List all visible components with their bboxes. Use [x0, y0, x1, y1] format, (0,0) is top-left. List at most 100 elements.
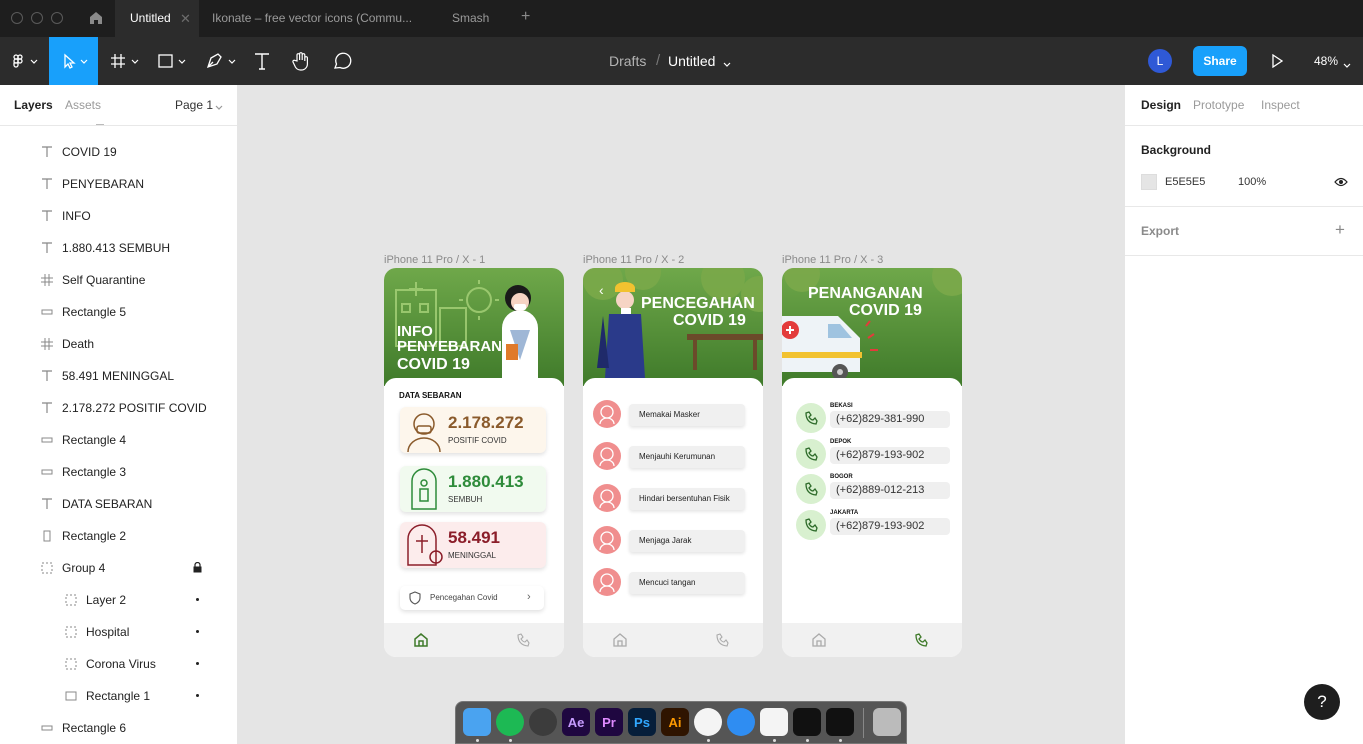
new-tab-icon[interactable]: +: [521, 8, 530, 26]
layer-row[interactable]: 1.880.413 SEMBUH: [0, 232, 237, 264]
visibility-dot-icon[interactable]: [196, 694, 199, 697]
zoom-level[interactable]: 48%: [1314, 54, 1338, 68]
frame-tool-icon[interactable]: [108, 37, 144, 85]
hand-tool-icon[interactable]: [289, 37, 313, 85]
visibility-dot-icon[interactable]: [196, 662, 199, 665]
layer-row[interactable]: 58.491 MENINGGAL: [0, 360, 237, 392]
tab-smash[interactable]: Smash: [452, 0, 502, 37]
breadcrumb-drafts[interactable]: Drafts: [609, 53, 646, 69]
file-name[interactable]: Untitled: [668, 53, 715, 69]
terminal-app-icon[interactable]: [793, 708, 821, 736]
tab-close-icon[interactable]: ✕: [180, 11, 191, 27]
spotify-app-icon[interactable]: [496, 708, 524, 736]
present-play-icon[interactable]: [1271, 53, 1284, 73]
tab-inspect[interactable]: Inspect: [1261, 98, 1300, 112]
home-icon[interactable]: [88, 10, 104, 29]
move-tool-button[interactable]: [49, 37, 98, 85]
frame-3-label[interactable]: iPhone 11 Pro / X - 3: [782, 254, 883, 266]
contact-item[interactable]: BEKASI (+62)829-381-990: [796, 403, 950, 435]
visibility-dot-icon[interactable]: [196, 598, 199, 601]
frame-3[interactable]: PENANGANAN COVID 19 BEKASI (+62)829-381-9…: [782, 268, 962, 657]
layer-row[interactable]: Corona Virus: [0, 648, 237, 680]
prevention-item[interactable]: Hindari bersentuhan Fisik: [593, 484, 745, 512]
avatar[interactable]: L: [1148, 49, 1172, 73]
layer-row[interactable]: Self Quarantine: [0, 264, 237, 296]
background-hex-input[interactable]: E5E5E5: [1165, 176, 1205, 188]
layer-row[interactable]: DATA SEBARAN: [0, 488, 237, 520]
back-arrow-icon[interactable]: ‹: [599, 282, 604, 298]
layer-row[interactable]: Rectangle 2: [0, 520, 237, 552]
home-nav-icon[interactable]: [613, 633, 627, 647]
shape-tool-icon[interactable]: [155, 37, 191, 85]
premiere-app-icon[interactable]: Pr: [595, 708, 623, 736]
prevention-link-button[interactable]: Pencegahan Covid ›: [400, 586, 544, 610]
home-nav-icon[interactable]: [812, 633, 826, 647]
frame-2[interactable]: ‹ PENCEGAHAN COVID 19 Memakai Masker Menj…: [583, 268, 763, 657]
page-chevron-icon[interactable]: [214, 101, 224, 115]
tab-design[interactable]: Design: [1141, 98, 1181, 112]
phone-nav-icon[interactable]: [715, 633, 729, 647]
background-swatch[interactable]: [1141, 174, 1157, 190]
layer-row[interactable]: Rectangle 4: [0, 424, 237, 456]
tab-prototype[interactable]: Prototype: [1193, 98, 1244, 112]
layer-row[interactable]: COVID 19: [0, 136, 237, 168]
layer-row[interactable]: Hospital: [0, 616, 237, 648]
comment-tool-icon[interactable]: [330, 37, 354, 85]
prevention-item[interactable]: Menjaga Jarak: [593, 526, 745, 554]
window-zoom-button[interactable]: [51, 12, 63, 24]
zoom-chevron-icon[interactable]: [1342, 57, 1352, 75]
prevention-item[interactable]: Menjauhi Kerumunan: [593, 442, 745, 470]
frame-1-label[interactable]: iPhone 11 Pro / X - 1: [384, 254, 485, 266]
layer-row[interactable]: Rectangle 3: [0, 456, 237, 488]
pen-tool-icon[interactable]: [203, 37, 239, 85]
share-button[interactable]: Share: [1193, 46, 1247, 76]
page-selector[interactable]: Page 1: [175, 98, 213, 112]
window-minimize-button[interactable]: [31, 12, 43, 24]
figma-menu-icon[interactable]: [8, 37, 42, 85]
trash-app-icon[interactable]: [873, 708, 901, 736]
layer-row[interactable]: 2.178.272 POSITIF COVID: [0, 392, 237, 424]
home-nav-icon[interactable]: [414, 633, 428, 647]
add-export-icon[interactable]: +: [1335, 220, 1345, 240]
window-close-button[interactable]: [11, 12, 23, 24]
prevention-item[interactable]: Memakai Masker: [593, 400, 745, 428]
hero-title-penanganan: PENANGANAN: [808, 285, 923, 302]
after-effects-app-icon[interactable]: Ae: [562, 708, 590, 736]
prevention-item[interactable]: Mencuci tangan: [593, 568, 745, 596]
tab-untitled[interactable]: Untitled: [130, 0, 180, 37]
safari-app-icon[interactable]: [727, 708, 755, 736]
tab-layers[interactable]: Layers: [14, 98, 53, 112]
layer-row[interactable]: Death: [0, 328, 237, 360]
illustrator-app-icon[interactable]: Ai: [661, 708, 689, 736]
lock-icon[interactable]: [193, 561, 202, 576]
frame-2-label[interactable]: iPhone 11 Pro / X - 2: [583, 254, 684, 266]
contact-item[interactable]: BOGOR (+62)889-012-213: [796, 474, 950, 506]
layer-row[interactable]: PENYEBARAN: [0, 168, 237, 200]
tab-assets[interactable]: Assets: [65, 98, 101, 112]
figma-app-icon[interactable]: [826, 708, 854, 736]
layer-label: Group 4: [62, 561, 106, 575]
phone-nav-icon[interactable]: [914, 633, 928, 647]
phone-nav-icon[interactable]: [516, 633, 530, 647]
tab-ikonate[interactable]: Ikonate – free vector icons (Commu...: [212, 0, 412, 37]
contact-item[interactable]: JAKARTA (+62)879-193-902: [796, 509, 950, 542]
contact-item[interactable]: DEPOK (+62)879-193-902: [796, 438, 950, 471]
layer-row[interactable]: Rectangle 5: [0, 296, 237, 328]
frame-1[interactable]: INFO PENYEBARAN COVID 19 DATA SEBARAN 2.…: [384, 268, 564, 657]
text-tool-icon[interactable]: [250, 37, 274, 85]
chevron-down-icon[interactable]: [722, 56, 732, 74]
finder-app-icon[interactable]: [463, 708, 491, 736]
background-opacity-input[interactable]: 100%: [1238, 176, 1266, 188]
layer-row[interactable]: Rectangle 1: [0, 680, 237, 712]
layer-row[interactable]: INFO: [0, 200, 237, 232]
chrome-app-icon[interactable]: [694, 708, 722, 736]
layer-row[interactable]: Group 4: [0, 552, 237, 584]
layer-row[interactable]: Layer 2: [0, 584, 237, 616]
eye-icon[interactable]: [1334, 176, 1348, 191]
layer-row[interactable]: Rectangle 6: [0, 712, 237, 744]
visibility-dot-icon[interactable]: [196, 630, 199, 633]
slack-app-icon[interactable]: [760, 708, 788, 736]
help-button[interactable]: ?: [1304, 684, 1340, 720]
photoshop-app-icon[interactable]: Ps: [628, 708, 656, 736]
blender-app-icon[interactable]: [529, 708, 557, 736]
